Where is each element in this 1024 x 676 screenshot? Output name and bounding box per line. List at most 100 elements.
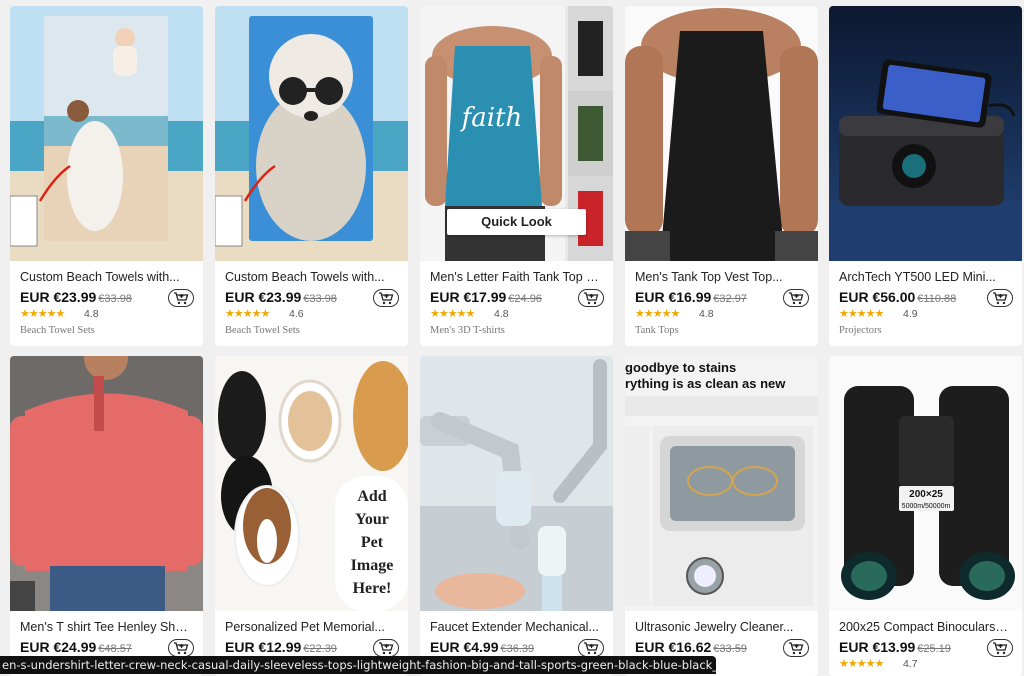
original-price: €48.57 <box>98 643 132 655</box>
add-to-cart-icon <box>789 292 804 305</box>
product-title[interactable]: Men's T shirt Tee Henley Shirt... <box>20 620 190 634</box>
product-info: ArchTech YT500 LED Mini... EUR €56.00 €11… <box>829 261 1022 346</box>
add-to-cart-button[interactable] <box>373 639 399 657</box>
current-price: EUR €56.00 <box>839 289 916 305</box>
product-image[interactable] <box>215 6 408 261</box>
product-image[interactable]: faith Quick Look <box>420 6 613 261</box>
add-to-cart-button[interactable] <box>578 289 604 307</box>
product-price: EUR €24.99 €48.57 <box>20 639 132 655</box>
product-image[interactable] <box>625 6 818 261</box>
add-to-cart-icon <box>584 292 599 305</box>
product-info: Custom Beach Towels with... EUR €23.99 €3… <box>10 261 203 346</box>
current-price: EUR €17.99 <box>430 289 507 305</box>
add-to-cart-icon <box>174 292 189 305</box>
add-to-cart-icon <box>584 642 599 655</box>
product-price: EUR €12.99 €22.39 <box>225 639 337 655</box>
product-price: EUR €13.99 €25.19 <box>839 639 951 655</box>
original-price: €25.19 <box>917 643 951 655</box>
product-image[interactable]: 200×25 5000m/50000m <box>829 356 1022 611</box>
current-price: EUR €23.99 <box>225 289 302 305</box>
add-to-cart-button[interactable] <box>987 289 1013 307</box>
add-to-cart-button[interactable] <box>987 639 1013 657</box>
add-to-cart-button[interactable] <box>168 639 194 657</box>
product-card[interactable]: faith Quick Look Men's Letter Faith Tank… <box>420 6 613 346</box>
product-title[interactable]: Custom Beach Towels with... <box>20 270 190 284</box>
star-rating: ★★★★★ <box>20 308 65 320</box>
product-card[interactable]: Add Your Pet Image Here! Personalized Pe… <box>215 356 408 676</box>
product-image[interactable] <box>10 6 203 261</box>
product-title[interactable]: ArchTech YT500 LED Mini... <box>839 270 1009 284</box>
add-to-cart-button[interactable] <box>783 639 809 657</box>
product-image[interactable]: goodbye to stains rything is as clean as… <box>625 356 818 611</box>
add-to-cart-icon <box>379 642 394 655</box>
original-price: €110.88 <box>917 293 957 305</box>
product-category[interactable]: Beach Towel Sets <box>225 325 300 336</box>
faith-print: faith <box>460 103 523 133</box>
product-card[interactable]: Men's Tank Top Vest Top... EUR €16.99 €32… <box>625 6 818 346</box>
product-card[interactable]: Men's T shirt Tee Henley Shirt... EUR €2… <box>10 356 203 676</box>
rating-value: 4.6 <box>289 308 304 320</box>
product-image[interactable]: Add Your Pet Image Here! <box>215 356 408 611</box>
product-info: Custom Beach Towels with... EUR €23.99 €3… <box>215 261 408 346</box>
product-title[interactable]: Men's Tank Top Vest Top... <box>635 270 805 284</box>
product-info: Men's Letter Faith Tank Top Ve... EUR €1… <box>420 261 613 346</box>
star-rating: ★★★★★ <box>430 308 475 320</box>
product-price: EUR €17.99 €24.96 <box>430 289 542 305</box>
overlay-text-line: goodbye to stains <box>625 360 736 375</box>
overlay-text-line: Image <box>351 557 394 574</box>
product-price: EUR €23.99 €33.98 <box>20 289 132 305</box>
product-title[interactable]: 200x25 Compact Binoculars fo... <box>839 620 1009 634</box>
original-price: €33.59 <box>713 643 747 655</box>
current-price: EUR €16.62 <box>635 639 712 655</box>
product-title[interactable]: Ultrasonic Jewelry Cleaner... <box>635 620 805 634</box>
binocular-label: 200×25 <box>909 489 943 500</box>
product-price: EUR €16.99 €32.97 <box>635 289 747 305</box>
product-card[interactable]: Custom Beach Towels with... EUR €23.99 €3… <box>10 6 203 346</box>
product-card[interactable]: Custom Beach Towels with... EUR €23.99 €3… <box>215 6 408 346</box>
current-price: EUR €13.99 <box>839 639 916 655</box>
product-category[interactable]: Men's 3D T-shirts <box>430 325 505 336</box>
overlay-text-line: rything is as clean as new <box>625 376 786 391</box>
product-image[interactable] <box>829 6 1022 261</box>
product-image[interactable] <box>420 356 613 611</box>
product-image[interactable] <box>10 356 203 611</box>
rating-value: 4.9 <box>903 308 918 320</box>
star-rating: ★★★★★ <box>839 658 884 670</box>
add-to-cart-icon <box>379 292 394 305</box>
status-bar-url: en-s-undershirt-letter-crew-neck-casual-… <box>0 656 716 674</box>
current-price: EUR €24.99 <box>20 639 97 655</box>
product-title[interactable]: Faucet Extender Mechanical... <box>430 620 600 634</box>
overlay-text-line: Add <box>357 488 386 505</box>
original-price: €24.96 <box>508 293 542 305</box>
rating-value: 4.7 <box>903 658 918 670</box>
star-rating: ★★★★★ <box>839 308 884 320</box>
product-title[interactable]: Men's Letter Faith Tank Top Ve... <box>430 270 600 284</box>
product-category[interactable]: Tank Tops <box>635 325 679 336</box>
rating-value: 4.8 <box>494 308 509 320</box>
product-card[interactable]: ArchTech YT500 LED Mini... EUR €56.00 €11… <box>829 6 1022 346</box>
product-card[interactable]: goodbye to stains rything is as clean as… <box>625 356 818 676</box>
product-card[interactable]: Faucet Extender Mechanical... EUR €4.99 €… <box>420 356 613 676</box>
current-price: EUR €23.99 <box>20 289 97 305</box>
product-title[interactable]: Custom Beach Towels with... <box>225 270 395 284</box>
add-to-cart-button[interactable] <box>578 639 604 657</box>
product-category[interactable]: Projectors <box>839 325 882 336</box>
quick-look-button[interactable]: Quick Look <box>447 209 586 235</box>
add-to-cart-icon <box>993 642 1008 655</box>
add-to-cart-icon <box>993 292 1008 305</box>
product-price: EUR €16.62 €33.59 <box>635 639 747 655</box>
product-card[interactable]: 200×25 5000m/50000m 200x25 Compact Binoc… <box>829 356 1022 676</box>
add-to-cart-button[interactable] <box>168 289 194 307</box>
original-price: €32.97 <box>713 293 747 305</box>
product-price: EUR €4.99 €36.39 <box>430 639 534 655</box>
rating-value: 4.8 <box>84 308 99 320</box>
original-price: €33.98 <box>303 293 337 305</box>
product-category[interactable]: Beach Towel Sets <box>20 325 95 336</box>
add-to-cart-button[interactable] <box>783 289 809 307</box>
rating-value: 4.8 <box>699 308 714 320</box>
add-to-cart-button[interactable] <box>373 289 399 307</box>
binocular-label: 5000m/50000m <box>902 503 951 510</box>
product-price: EUR €56.00 €110.88 <box>839 289 956 305</box>
original-price: €22.39 <box>303 643 337 655</box>
product-title[interactable]: Personalized Pet Memorial... <box>225 620 395 634</box>
